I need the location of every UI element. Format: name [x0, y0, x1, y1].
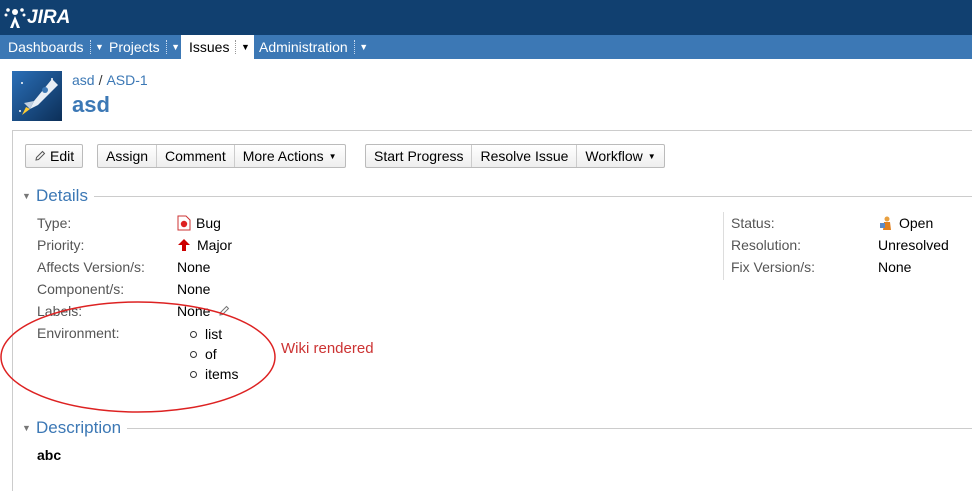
column-divider [723, 212, 724, 280]
details-heading: Details [36, 186, 88, 205]
chevron-down-icon: ▼ [328, 151, 337, 161]
open-status-icon [880, 216, 891, 230]
description-section-header[interactable]: ▼ Description [22, 418, 972, 438]
nav-projects[interactable]: Projects ▼ [101, 35, 185, 59]
type-value: Bug [177, 215, 221, 231]
jira-logo[interactable]: JIRA [4, 4, 70, 32]
components-value: None [177, 281, 211, 297]
workflow-label: Workflow [585, 148, 643, 164]
priority-value-text: Major [197, 237, 233, 253]
main-nav: Dashboards ▼ Projects ▼ Issues ▼ Adminis… [0, 35, 972, 59]
start-progress-button[interactable]: Start Progress [366, 145, 473, 167]
description-heading: Description [36, 418, 122, 437]
status-value-text: Open [899, 215, 934, 231]
breadcrumb-issue-key-link[interactable]: ASD-1 [106, 72, 147, 88]
annotation-text: Wiki rendered [281, 340, 374, 357]
project-avatar[interactable] [12, 71, 62, 121]
nav-dashboards-label[interactable]: Dashboards [0, 39, 90, 55]
bug-icon [177, 215, 191, 231]
collapse-triangle-icon[interactable]: ▼ [22, 423, 36, 433]
annotation-ellipse [0, 301, 276, 413]
breadcrumb-project-link[interactable]: asd [72, 72, 95, 88]
section-divider [127, 427, 972, 429]
chevron-down-icon[interactable]: ▼ [355, 42, 373, 52]
more-actions-button[interactable]: More Actions ▼ [235, 145, 345, 167]
assign-button[interactable]: Assign [98, 145, 158, 167]
workflow-button-group: Start Progress Resolve Issue Workflow ▼ [365, 144, 665, 168]
jira-logo-icon [4, 8, 26, 28]
nav-issues[interactable]: Issues ▼ [181, 35, 255, 59]
edit-button-label: Edit [50, 148, 75, 164]
resolve-issue-button[interactable]: Resolve Issue [472, 145, 578, 167]
nav-projects-label[interactable]: Projects [101, 39, 166, 55]
components-label: Component/s: [37, 281, 125, 297]
fix-versions-value: None [878, 259, 912, 275]
details-section-header[interactable]: ▼ Details [22, 186, 972, 206]
fix-versions-label: Fix Version/s: [731, 259, 816, 275]
status-value: Open [878, 215, 933, 231]
priority-up-arrow-icon [178, 239, 190, 251]
edit-button-group: Edit [25, 144, 84, 168]
type-label: Type: [37, 215, 72, 231]
priority-label: Priority: [37, 237, 85, 253]
collapse-triangle-icon[interactable]: ▼ [22, 191, 36, 201]
more-actions-label: More Actions [242, 148, 324, 164]
nav-administration[interactable]: Administration ▼ [251, 35, 373, 59]
breadcrumb: asd / ASD-1 [72, 72, 148, 88]
nav-issues-label[interactable]: Issues [181, 39, 235, 55]
priority-value: Major [177, 237, 232, 253]
affects-versions-value: None [177, 259, 211, 275]
logo-text: JIRA [27, 7, 71, 28]
status-label: Status: [731, 215, 775, 231]
comment-button[interactable]: Comment [157, 145, 235, 167]
pencil-icon [35, 150, 46, 161]
description-text: abc [37, 447, 62, 463]
workflow-button[interactable]: Workflow ▼ [577, 145, 663, 167]
affects-versions-label: Affects Version/s: [37, 259, 145, 275]
nav-administration-label[interactable]: Administration [251, 39, 354, 55]
nav-dashboards[interactable]: Dashboards ▼ [0, 35, 109, 59]
breadcrumb-separator: / [98, 72, 103, 88]
issue-summary[interactable]: asd [72, 92, 110, 118]
section-divider [93, 195, 972, 197]
actions-button-group: Assign Comment More Actions ▼ [97, 144, 346, 168]
type-value-text: Bug [196, 215, 221, 231]
top-bar: JIRA [0, 0, 972, 35]
resolution-label: Resolution: [731, 237, 802, 253]
edit-button[interactable]: Edit [26, 145, 82, 167]
resolution-value: Unresolved [878, 237, 949, 253]
chevron-down-icon: ▼ [647, 151, 656, 161]
